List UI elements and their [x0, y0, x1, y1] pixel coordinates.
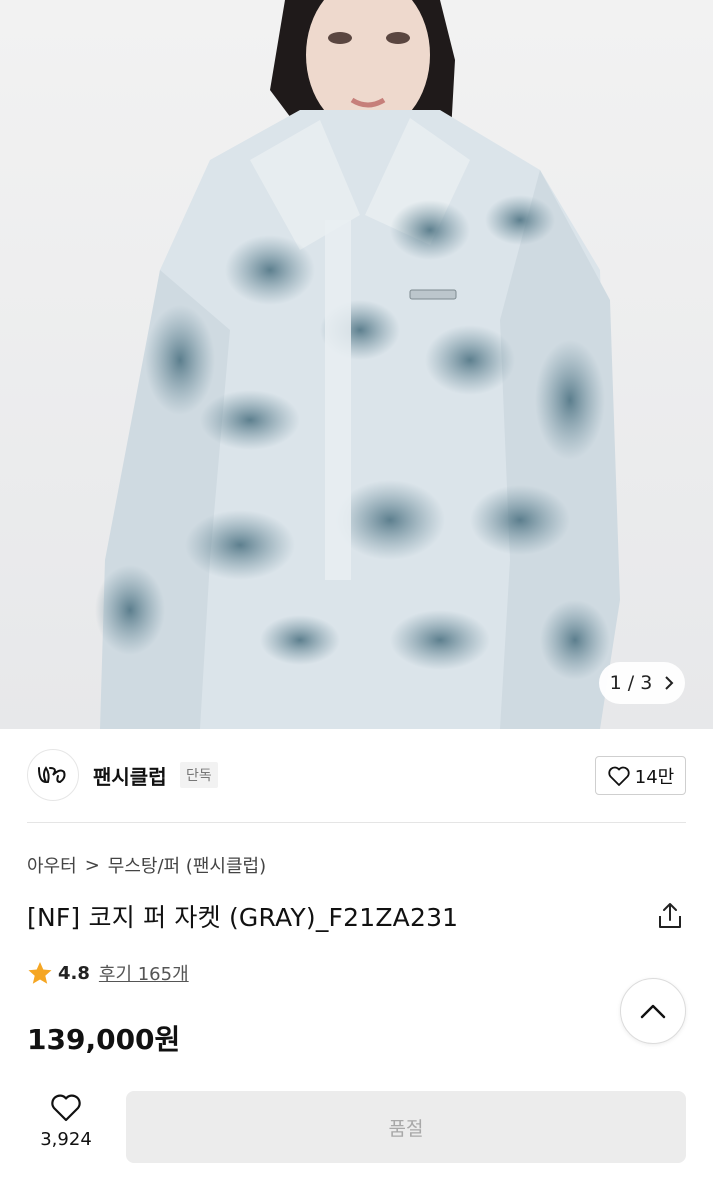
chevron-up-icon [640, 1004, 666, 1019]
breadcrumb-category[interactable]: 아우터 [27, 852, 77, 878]
brand-row: 팬시클럽 단독 14만 [0, 746, 713, 806]
share-icon [659, 903, 681, 928]
image-counter[interactable]: 1 / 3 [599, 662, 685, 704]
share-button[interactable] [654, 900, 686, 932]
heart-outline-icon [608, 766, 630, 786]
product-photo [0, 0, 713, 729]
divider [27, 822, 686, 823]
star-icon [28, 962, 52, 984]
breadcrumb: 아우터 > 무스탕/퍼 (팬시클럽) [27, 852, 266, 878]
review-count-link[interactable]: 후기 165개 [99, 960, 189, 986]
breadcrumb-separator: > [84, 854, 100, 876]
heart-outline-icon [51, 1094, 81, 1122]
brand-name[interactable]: 팬시클럽 [93, 761, 167, 790]
brand-like-count: 14만 [634, 766, 675, 788]
breadcrumb-subcategory[interactable]: 무스탕/퍼 (팬시클럽) [108, 852, 266, 878]
wishlist-button[interactable]: 3,924 [27, 1093, 105, 1150]
scroll-top-button[interactable] [620, 978, 686, 1044]
product-image-gallery[interactable]: 1 / 3 [0, 0, 713, 729]
product-title: [NF] 코지 퍼 자켓 (GRAY)_F21ZA231 [27, 903, 459, 932]
wishlist-count: 3,924 [40, 1129, 92, 1150]
fancy-club-logo [38, 766, 66, 784]
rating-row: 4.8 후기 165개 [27, 960, 189, 986]
product-price: 139,000원 [27, 1023, 181, 1056]
exclusive-badge: 단독 [180, 762, 218, 788]
chevron-right-icon[interactable] [664, 675, 674, 691]
image-counter-text: 1 / 3 [609, 672, 653, 694]
rating-score: 4.8 [58, 962, 90, 984]
brand-logo[interactable] [27, 749, 79, 801]
brand-like-button[interactable]: 14만 [595, 756, 686, 795]
soldout-button[interactable]: 품절 [126, 1091, 686, 1163]
